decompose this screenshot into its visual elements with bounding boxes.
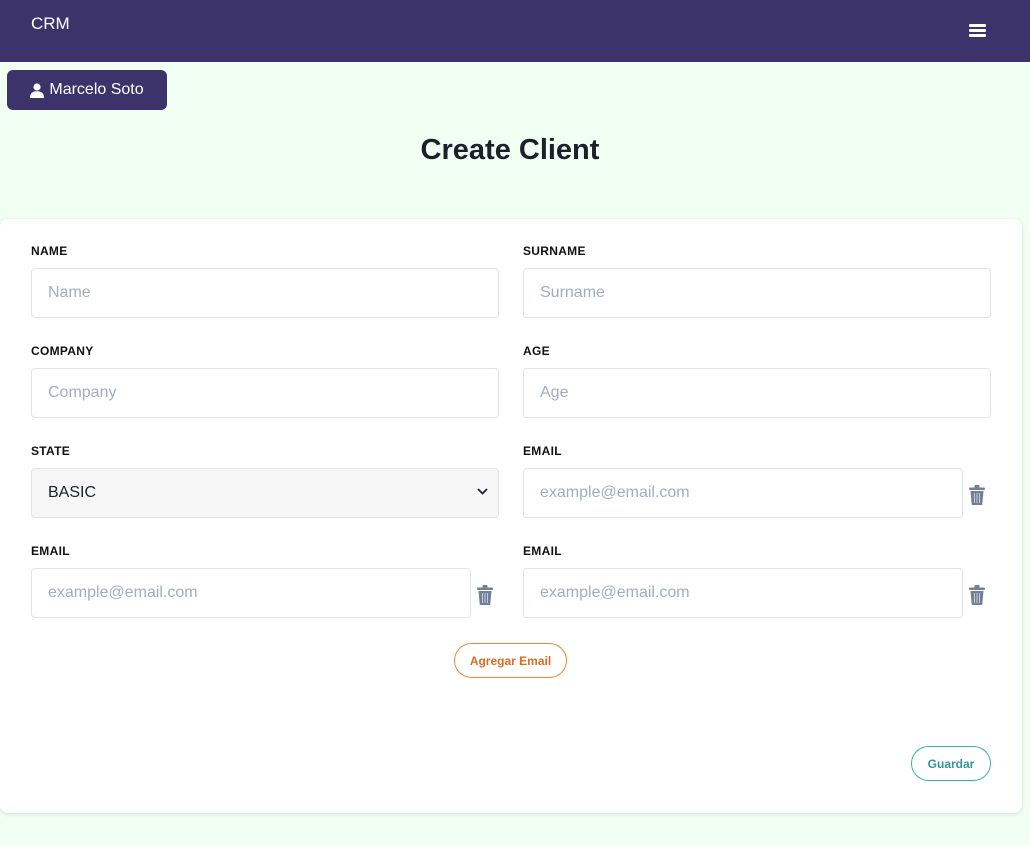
page-title: Create Client (420, 134, 600, 166)
age-input[interactable] (523, 368, 991, 418)
user-button[interactable]: Marcelo Soto (7, 70, 167, 110)
state-select[interactable]: BASIC (31, 468, 499, 518)
age-label: AGE (523, 344, 550, 358)
company-label: COMPANY (31, 344, 94, 358)
trash-icon[interactable] (969, 585, 985, 605)
name-input[interactable] (31, 268, 499, 318)
user-icon (30, 82, 45, 98)
hamburger-menu-icon (969, 24, 986, 27)
chevron-down-icon (477, 488, 488, 495)
trash-icon[interactable] (477, 585, 493, 605)
surname-label: SURNAME (523, 244, 586, 258)
state-label: STATE (31, 444, 71, 458)
trash-icon[interactable] (969, 485, 985, 505)
hamburger-menu-icon-bar (969, 29, 986, 32)
state-selected-value: BASIC (48, 484, 97, 501)
save-button[interactable]: Guardar (911, 746, 991, 781)
create-client-form: NAME SURNAME COMPANY AGE STATE BASIC EMA… (0, 219, 1022, 813)
name-label: NAME (31, 244, 68, 258)
hamburger-menu-icon-bar (969, 34, 986, 37)
email-input[interactable] (523, 468, 963, 518)
surname-input[interactable] (523, 268, 991, 318)
user-name: Marcelo Soto (49, 81, 144, 98)
app-title[interactable]: CRM (31, 14, 70, 34)
email-input[interactable] (31, 568, 471, 618)
company-input[interactable] (31, 368, 499, 418)
email-input[interactable] (523, 568, 963, 618)
email-label: EMAIL (31, 544, 70, 558)
add-email-button[interactable]: Agregar Email (454, 643, 567, 678)
top-navbar: CRM (0, 0, 1030, 62)
email-label: EMAIL (523, 544, 562, 558)
email-label: EMAIL (523, 444, 562, 458)
menu-button[interactable] (966, 22, 990, 40)
